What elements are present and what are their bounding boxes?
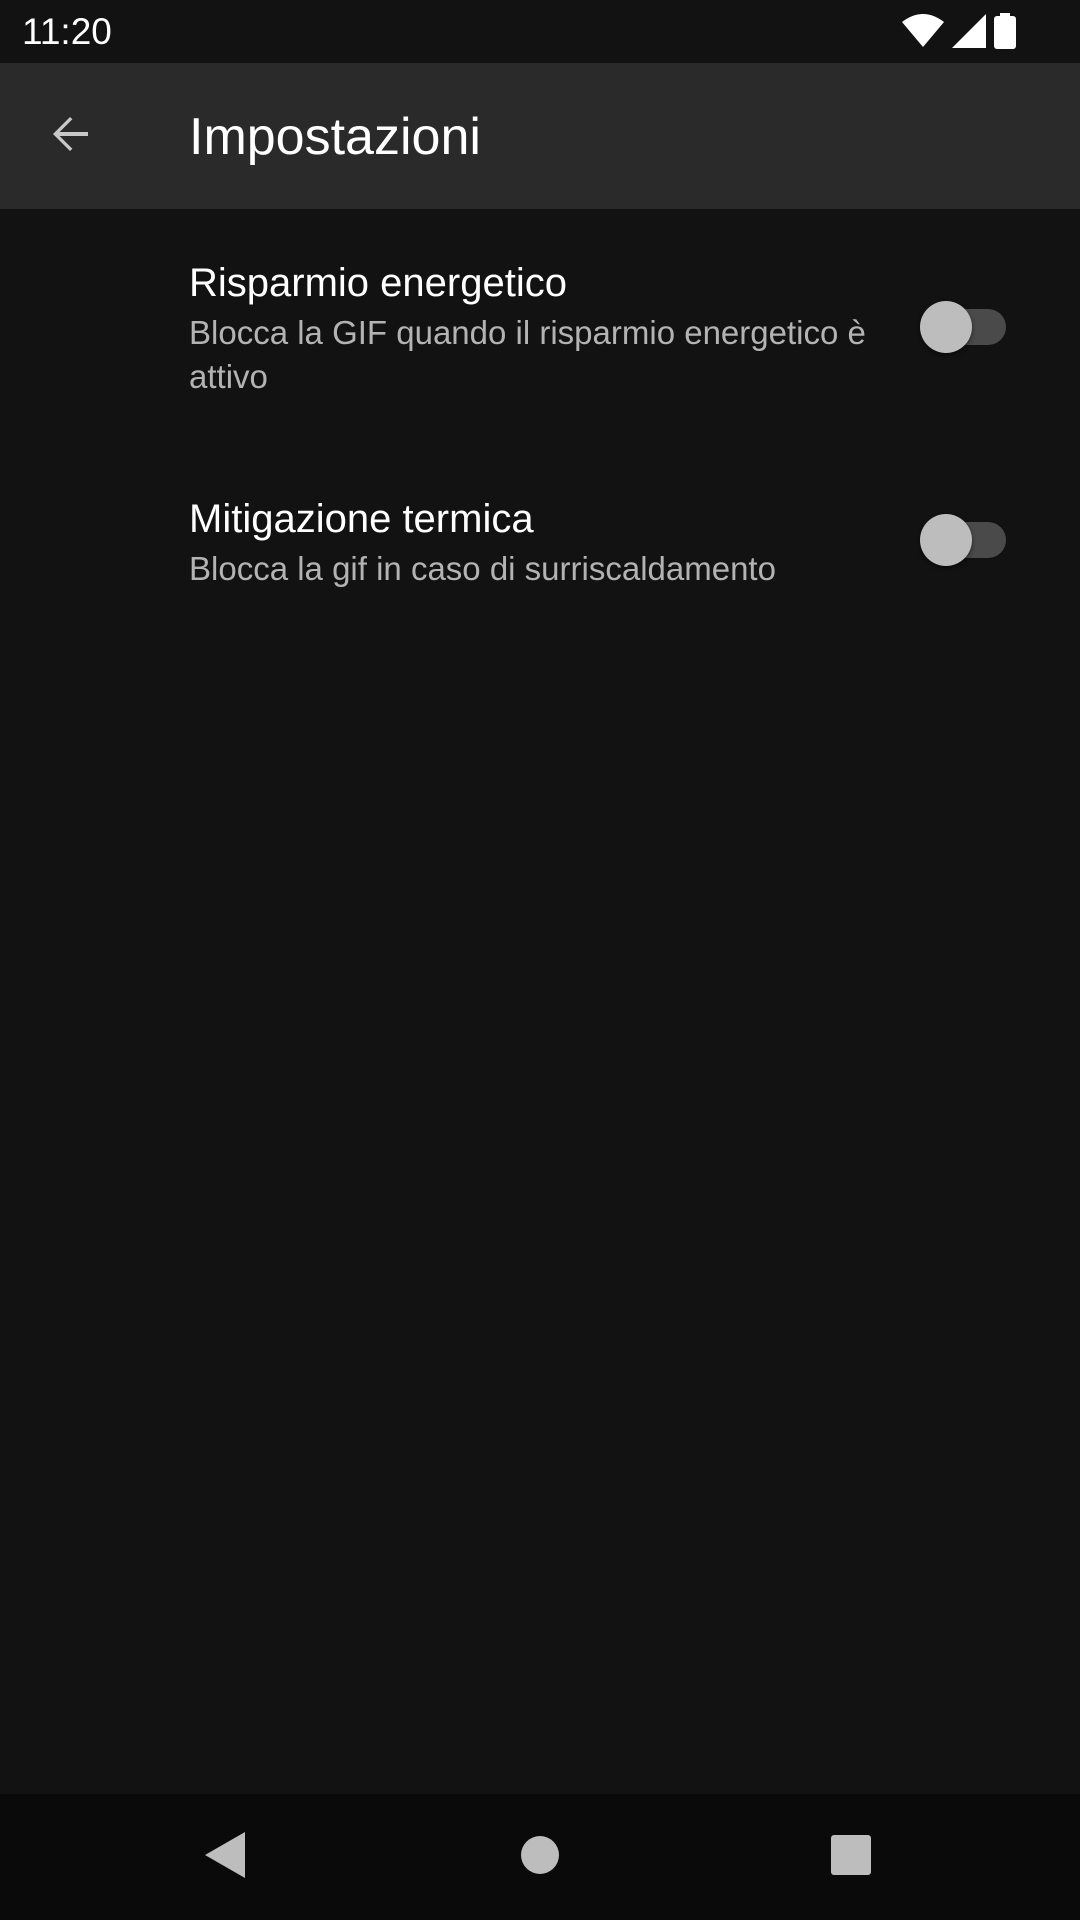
page-title: Impostazioni [189, 108, 481, 166]
navigation-bar [0, 1794, 1080, 1920]
home-circle-icon [520, 1835, 560, 1880]
settings-screen: 11:20 Impostazioni Risparmio energetico … [0, 0, 1080, 1920]
battery-icon [994, 13, 1016, 49]
nav-home-button[interactable] [505, 1822, 575, 1892]
pref-battery-saver[interactable]: Risparmio energetico Blocca la GIF quand… [0, 209, 1080, 445]
status-bar: 11:20 [0, 0, 1080, 63]
settings-list: Risparmio energetico Blocca la GIF quand… [0, 209, 1080, 645]
status-time: 11:20 [22, 11, 112, 52]
back-triangle-icon [205, 1831, 245, 1883]
pref-thermal-mitigation[interactable]: Mitigazione termica Blocca la gif in cas… [0, 445, 1080, 645]
recents-square-icon [831, 1834, 871, 1880]
app-bar: Impostazioni [0, 63, 1080, 209]
thermal-mitigation-switch[interactable] [920, 510, 1008, 570]
nav-recents-button[interactable] [816, 1822, 886, 1892]
status-icons [902, 13, 1016, 49]
wifi-icon [902, 14, 944, 48]
pref-title: Mitigazione termica [189, 497, 534, 541]
battery-saver-switch[interactable] [920, 297, 1008, 357]
pref-text: Mitigazione termica Blocca la gif in cas… [189, 495, 889, 591]
signal-icon [952, 14, 986, 48]
pref-text: Risparmio energetico Blocca la GIF quand… [189, 259, 889, 399]
back-button[interactable] [30, 96, 110, 176]
pref-summary: Blocca la gif in caso di surriscaldament… [189, 550, 776, 587]
switch-thumb [920, 301, 972, 353]
switch-thumb [920, 514, 972, 566]
arrow-back-icon [46, 110, 94, 163]
pref-title: Risparmio energetico [189, 261, 567, 305]
pref-summary: Blocca la GIF quando il risparmio energe… [189, 314, 866, 395]
nav-back-button[interactable] [190, 1822, 260, 1892]
